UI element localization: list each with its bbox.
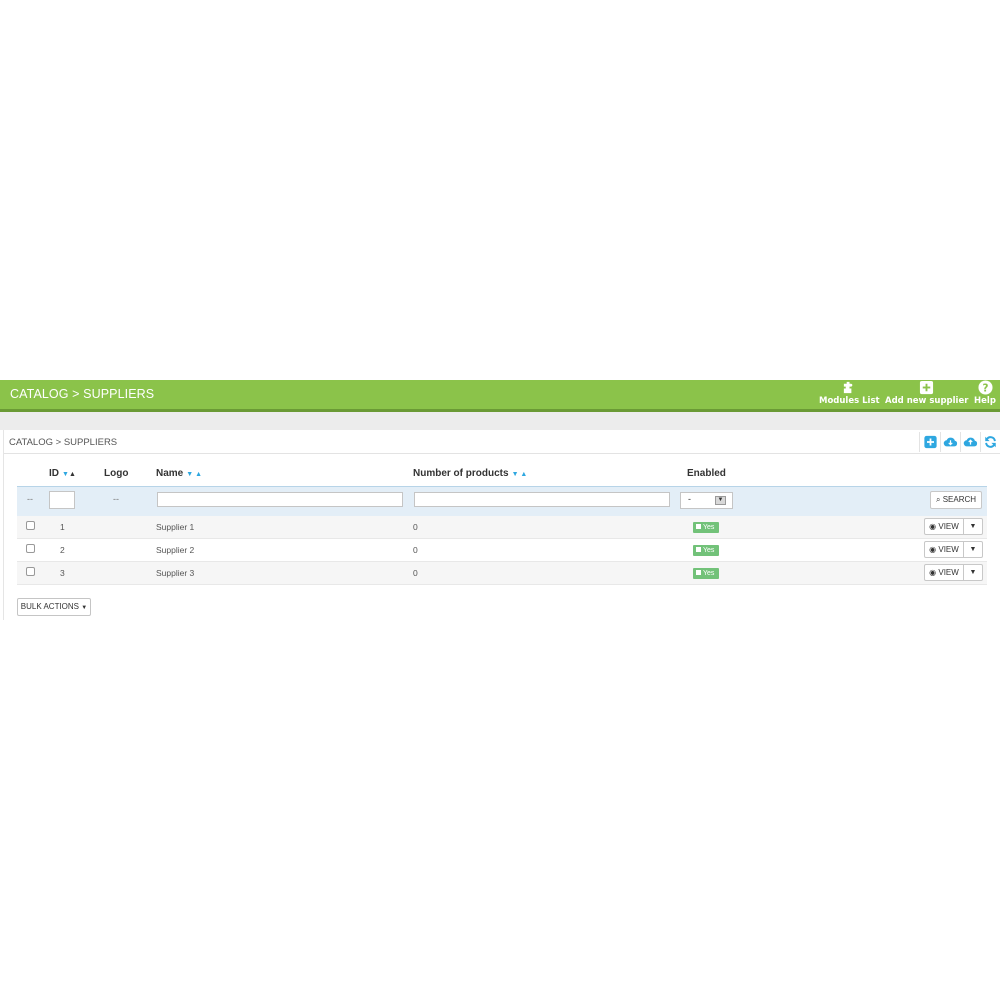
column-label: Logo xyxy=(104,468,129,479)
cloud-upload-icon[interactable] xyxy=(963,435,978,449)
row-products: 0 xyxy=(413,545,418,555)
puzzle-icon xyxy=(843,381,852,394)
add-icon xyxy=(919,380,933,395)
add-new-supplier-button[interactable]: Add new supplier xyxy=(885,380,969,409)
sort-arrows-icon[interactable]: ▼▲ xyxy=(62,471,76,478)
help-label: Help xyxy=(974,396,996,406)
row-checkbox[interactable] xyxy=(26,521,35,530)
add-new-supplier-label: Add new supplier xyxy=(885,396,969,406)
check-icon xyxy=(696,547,701,552)
modules-list-button[interactable]: Modules List xyxy=(819,380,880,409)
column-header-name[interactable]: Name ▼ ▲ xyxy=(156,468,202,479)
status-badge[interactable]: Yes xyxy=(693,522,719,533)
column-header-logo: Logo xyxy=(104,468,128,479)
toolbar-separator xyxy=(980,432,981,452)
column-label: Name xyxy=(156,468,184,479)
caret-down-icon: ▼ xyxy=(969,546,977,553)
view-button-label: VIEW xyxy=(938,545,959,554)
toolbar-separator xyxy=(919,432,920,452)
bulk-actions-label: BULK ACTIONS xyxy=(20,602,80,611)
search-icon: ⌕ xyxy=(935,495,941,504)
content-top-band xyxy=(0,412,1000,430)
help-button[interactable]: ? Help xyxy=(972,380,998,409)
row-name: Supplier 3 xyxy=(156,568,195,578)
status-badge[interactable]: Yes xyxy=(693,568,719,579)
modules-list-label: Modules List xyxy=(819,396,880,406)
column-label: ID xyxy=(49,468,59,479)
row-products: 0 xyxy=(413,568,418,578)
page-title: CATALOG > SUPPLIERS xyxy=(10,387,155,401)
eye-icon: ◉ xyxy=(929,545,937,554)
view-button[interactable]: ◉ VIEW xyxy=(924,518,964,535)
search-button-label: SEARCH xyxy=(942,495,977,504)
row-id: 3 xyxy=(60,568,65,578)
view-button[interactable]: ◉ VIEW xyxy=(924,541,964,558)
row-id: 1 xyxy=(60,522,65,532)
row-checkbox[interactable] xyxy=(26,567,35,576)
view-button-label: VIEW xyxy=(938,522,959,531)
help-icon: ? xyxy=(977,380,993,395)
caret-down-icon: ▼ xyxy=(969,523,977,530)
row-actions-dropdown[interactable]: ▼ xyxy=(964,541,983,558)
view-button-label: VIEW xyxy=(938,568,959,577)
status-badge[interactable]: Yes xyxy=(693,545,719,556)
row-actions-dropdown[interactable]: ▼ xyxy=(964,518,983,535)
svg-text:?: ? xyxy=(982,382,988,394)
logo-filter-dash: -- xyxy=(113,494,119,504)
check-icon xyxy=(696,524,701,529)
status-badge-label: Yes xyxy=(703,524,715,531)
column-header-id[interactable]: ID ▼▲ xyxy=(49,468,76,479)
panel-divider xyxy=(4,453,1000,454)
refresh-icon[interactable] xyxy=(983,435,998,449)
status-badge-label: Yes xyxy=(703,547,715,554)
toolbar-separator xyxy=(960,432,961,452)
caret-down-icon: ▼ xyxy=(969,569,977,576)
enabled-filter-select[interactable]: - ▼ xyxy=(680,492,733,509)
search-button[interactable]: ⌕ SEARCH xyxy=(930,491,982,509)
row-id: 2 xyxy=(60,545,65,555)
toolbar-separator xyxy=(940,432,941,452)
row-actions-dropdown[interactable]: ▼ xyxy=(964,564,983,581)
column-label: Enabled xyxy=(687,468,726,479)
bulk-actions-button[interactable]: BULK ACTIONS ▼ xyxy=(17,598,91,616)
row-name: Supplier 1 xyxy=(156,522,195,532)
cloud-download-icon[interactable] xyxy=(943,435,958,449)
row-checkbox[interactable] xyxy=(26,544,35,553)
id-filter-input[interactable] xyxy=(49,491,75,509)
add-icon[interactable] xyxy=(923,435,938,449)
column-header-products[interactable]: Number of products ▼ ▲ xyxy=(413,468,527,479)
sort-arrows-icon[interactable]: ▼ ▲ xyxy=(512,471,528,478)
eye-icon: ◉ xyxy=(929,568,937,577)
products-filter-input[interactable] xyxy=(414,492,670,507)
filter-dash: -- xyxy=(27,494,33,504)
panel-title: CATALOG > SUPPLIERS xyxy=(9,437,118,448)
name-filter-input[interactable] xyxy=(157,492,403,507)
caret-down-icon: ▼ xyxy=(81,605,88,611)
column-header-enabled: Enabled xyxy=(687,468,726,479)
check-icon xyxy=(696,570,701,575)
chevron-down-icon: ▼ xyxy=(715,496,726,505)
row-products: 0 xyxy=(413,522,418,532)
status-badge-label: Yes xyxy=(703,570,715,577)
row-name: Supplier 2 xyxy=(156,545,195,555)
view-button[interactable]: ◉ VIEW xyxy=(924,564,964,581)
eye-icon: ◉ xyxy=(929,522,937,531)
select-value: - xyxy=(688,494,691,504)
sort-arrows-icon[interactable]: ▼ ▲ xyxy=(186,471,202,478)
column-label: Number of products xyxy=(413,468,509,479)
